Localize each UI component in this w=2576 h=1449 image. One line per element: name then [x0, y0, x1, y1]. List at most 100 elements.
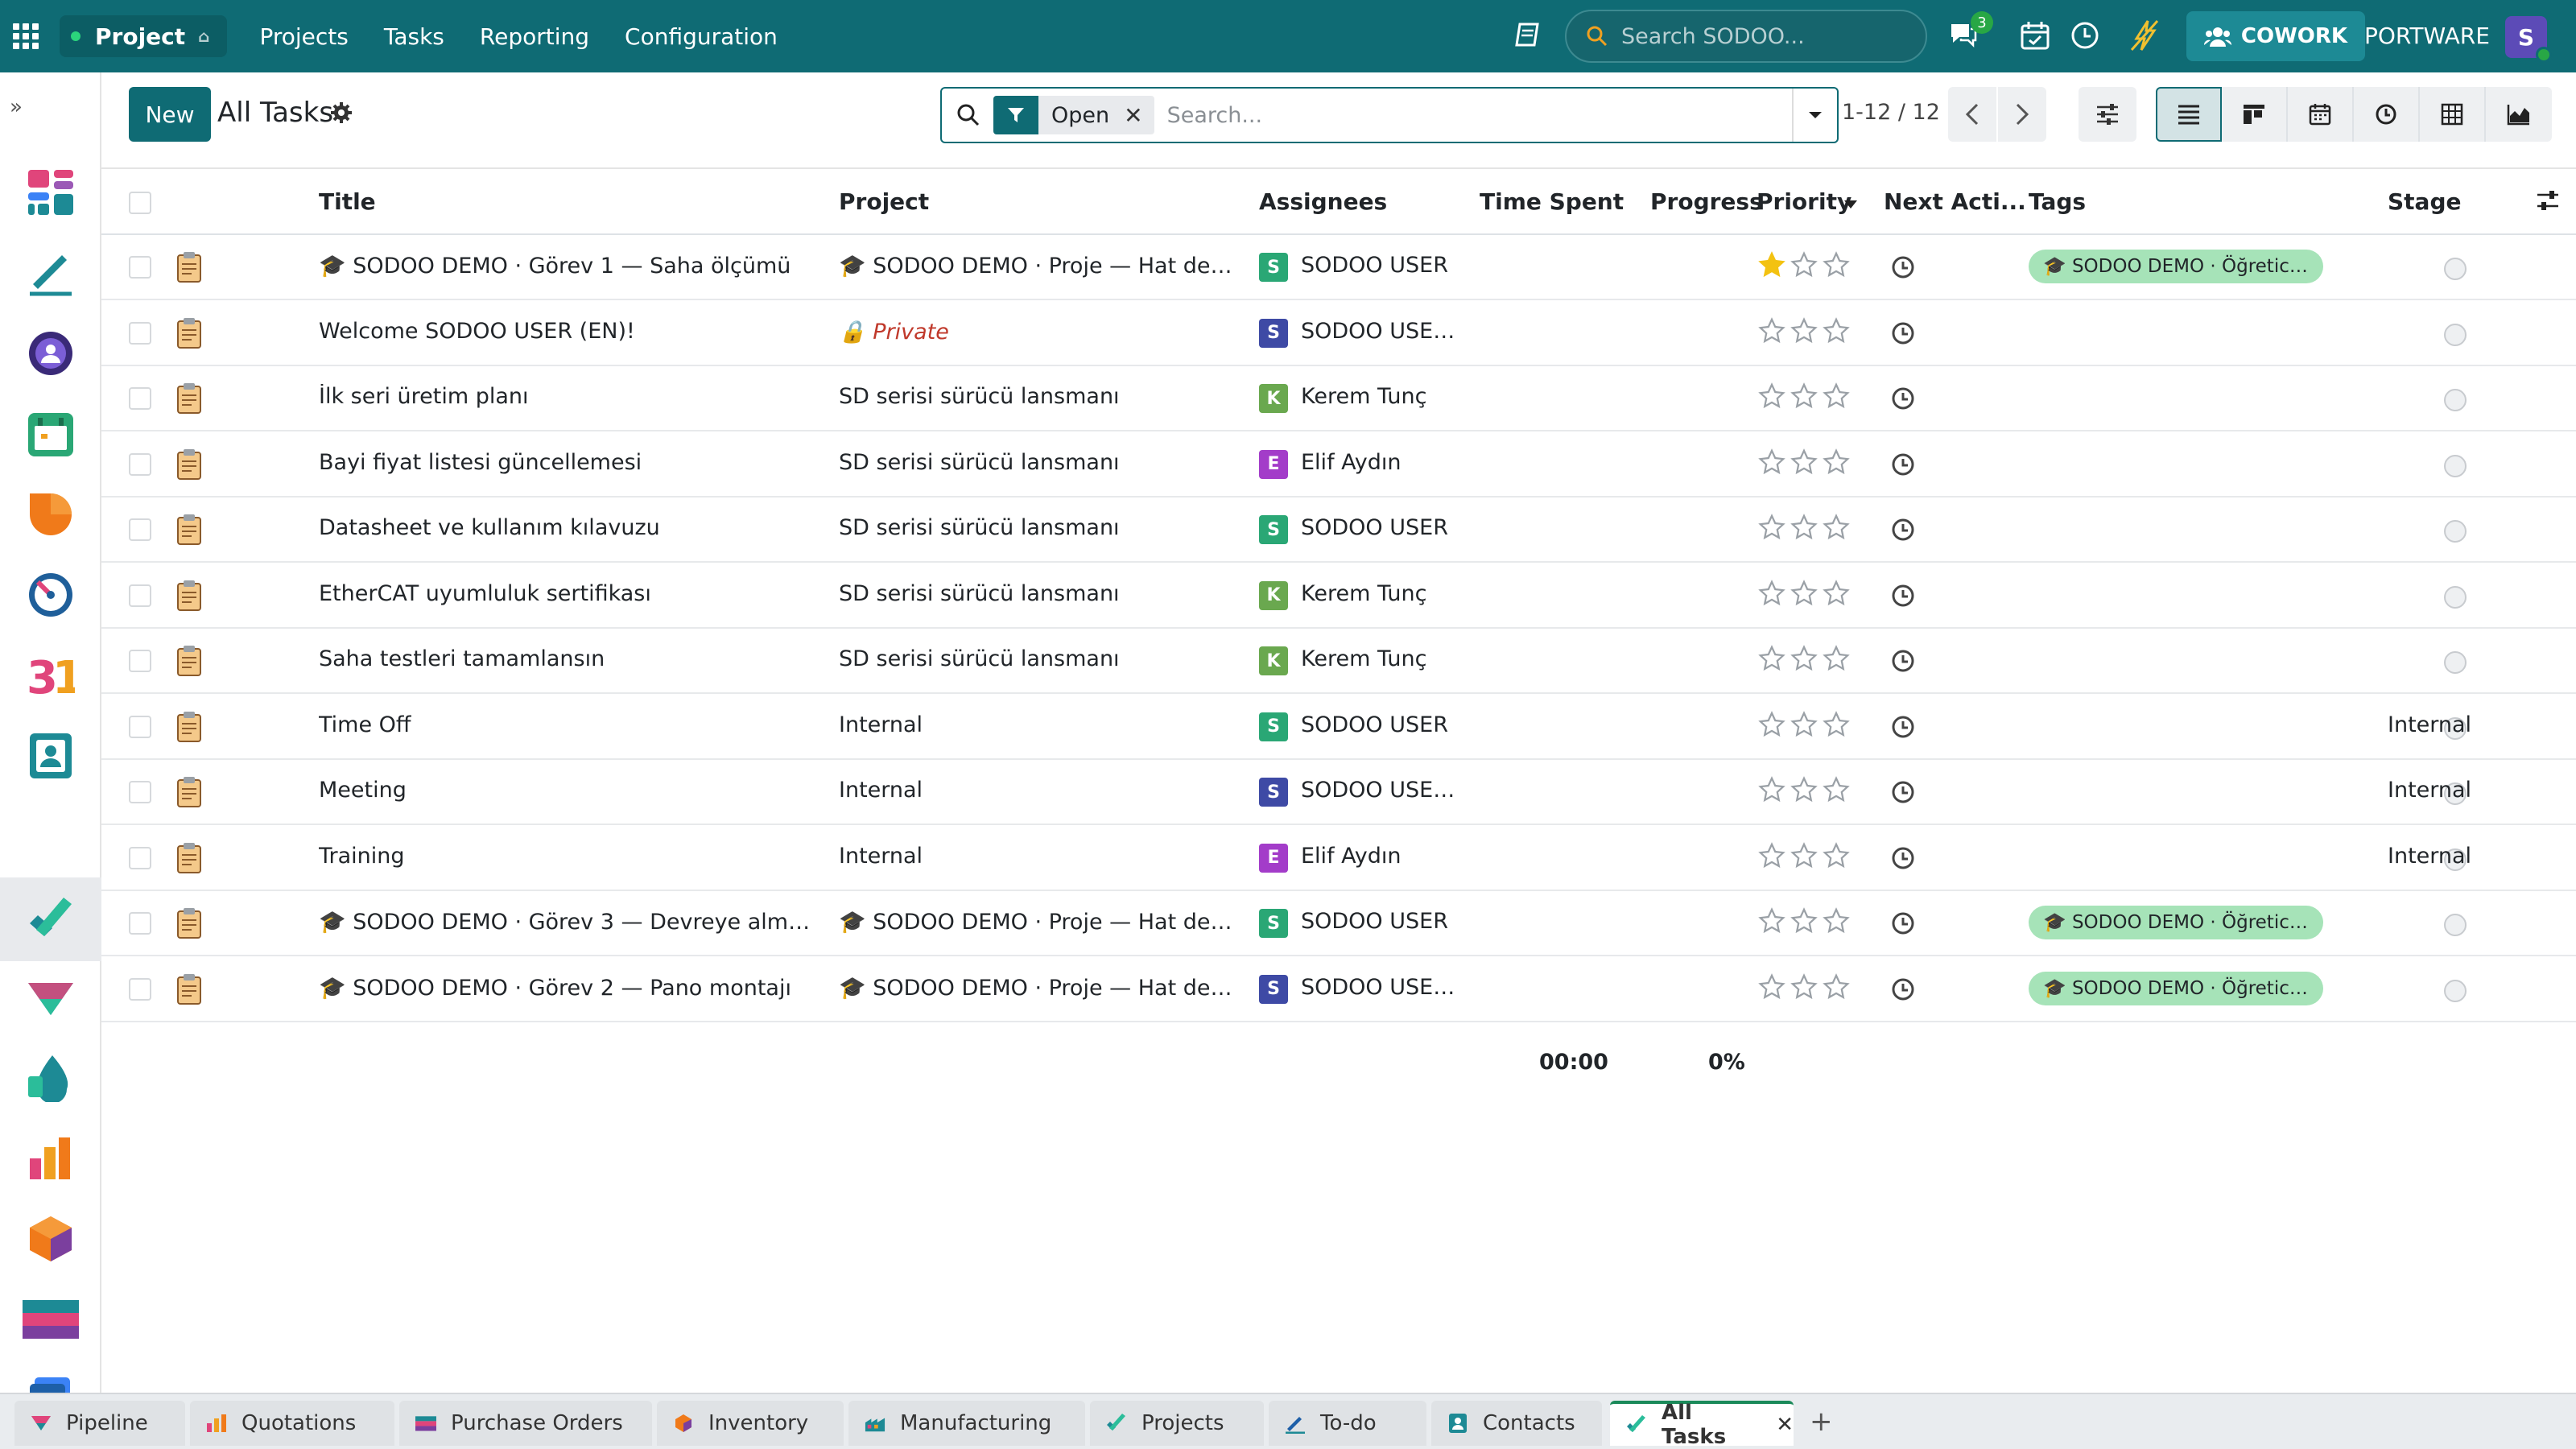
sidebar-app-discuss-icon[interactable]: [19, 322, 82, 385]
current-app-button[interactable]: Project ⌂: [60, 15, 228, 57]
task-title[interactable]: 🎓 SODOO DEMO · Görev 1 — Saha ölçümü: [319, 253, 791, 279]
select-all-checkbox[interactable]: [129, 192, 151, 214]
row-checkbox[interactable]: [129, 256, 151, 279]
star-icon[interactable]: [1758, 710, 1785, 744]
sidebar-app-dashboard-icon[interactable]: [19, 161, 82, 224]
activity-clock-icon[interactable]: [1890, 583, 1916, 609]
kanban-state-icon[interactable]: [2444, 389, 2467, 411]
column-header-assignees[interactable]: Assignees: [1259, 188, 1387, 215]
activity-clock-icon[interactable]: [1890, 714, 1916, 740]
task-assignee[interactable]: Kerem Tunç: [1301, 581, 1426, 606]
task-title[interactable]: Meeting: [319, 778, 407, 803]
task-title[interactable]: Training: [319, 844, 405, 869]
task-assignee[interactable]: SODOO USER...: [1301, 319, 1462, 344]
task-assignee[interactable]: SODOO USER: [1301, 712, 1448, 737]
activity-clock-icon[interactable]: [1890, 648, 1916, 674]
gear-icon[interactable]: [330, 101, 353, 124]
company-switcher[interactable]: PORTWARE: [2364, 23, 2490, 49]
pager-next-button[interactable]: [1998, 87, 2046, 142]
sidebar-app-purchase-icon[interactable]: [19, 1288, 82, 1351]
sidebar-app-helpdesk-icon[interactable]: [19, 483, 82, 546]
star-icon[interactable]: [1823, 316, 1850, 350]
table-row[interactable]: 🎓 SODOO DEMO · Görev 2 — Pano montajı 🎓 S…: [101, 957, 2576, 1022]
task-project[interactable]: SD serisi sürücü lansmanı: [839, 515, 1120, 540]
pivot-view-button[interactable]: [2420, 87, 2486, 142]
task-title[interactable]: Bayi fiyat listesi güncellemesi: [319, 450, 642, 475]
activity-clock-icon[interactable]: [1890, 254, 1916, 280]
priority-stars[interactable]: [1758, 710, 1850, 744]
column-header-stage[interactable]: Stage: [2388, 188, 2461, 215]
column-header-title[interactable]: Title: [319, 188, 376, 215]
kanban-state-icon[interactable]: [2444, 323, 2467, 346]
column-header-next-activity[interactable]: Next Acti...: [1884, 188, 2026, 215]
task-title[interactable]: 🎓 SODOO DEMO · Görev 3 — Devreye alma ve…: [319, 909, 823, 935]
kanban-state-icon[interactable]: [2444, 651, 2467, 674]
cowork-button[interactable]: COWORK: [2186, 11, 2365, 61]
priority-stars[interactable]: [1758, 907, 1850, 940]
star-icon[interactable]: [1823, 645, 1850, 678]
table-row[interactable]: Saha testleri tamamlansın SD serisi sürüc…: [101, 629, 2576, 694]
activity-clock-icon[interactable]: [1890, 452, 1916, 477]
graph-view-button[interactable]: [2486, 87, 2552, 142]
row-checkbox[interactable]: [129, 650, 151, 672]
bottom-tab-contacts[interactable]: Contacts: [1431, 1401, 1602, 1446]
kanban-view-button[interactable]: [2222, 87, 2288, 142]
task-title[interactable]: EtherCAT uyumluluk sertifikası: [319, 581, 651, 606]
star-icon[interactable]: [1790, 448, 1818, 481]
kanban-state-icon[interactable]: [2444, 914, 2467, 936]
star-icon[interactable]: [1758, 841, 1785, 875]
priority-stars[interactable]: [1758, 251, 1850, 284]
priority-stars[interactable]: [1758, 841, 1850, 875]
task-project[interactable]: 🎓 SODOO DEMO · Proje — Hat devr...: [839, 909, 1241, 935]
priority-stars[interactable]: [1758, 448, 1850, 481]
menu-tasks[interactable]: Tasks: [384, 23, 444, 50]
table-row[interactable]: Meeting Internal S SODOO USER... Internal: [101, 760, 2576, 825]
knowledge-book-icon[interactable]: [1513, 21, 1542, 50]
table-row[interactable]: Training Internal E Elif Aydın Internal: [101, 826, 2576, 891]
priority-stars[interactable]: [1758, 645, 1850, 678]
star-icon[interactable]: [1758, 776, 1785, 809]
star-icon[interactable]: [1758, 316, 1785, 350]
star-icon[interactable]: [1823, 972, 1850, 1006]
priority-stars[interactable]: [1758, 382, 1850, 415]
activity-clock-icon[interactable]: [2069, 19, 2101, 52]
pager-value[interactable]: 1-12 / 12: [1842, 100, 1940, 125]
row-checkbox[interactable]: [129, 321, 151, 345]
star-icon[interactable]: [1790, 251, 1818, 284]
table-row[interactable]: Bayi fiyat listesi güncellemesi SD serisi…: [101, 432, 2576, 497]
activity-clock-icon[interactable]: [1890, 386, 1916, 411]
table-row[interactable]: 🎓 SODOO DEMO · Görev 1 — Saha ölçümü 🎓 SO…: [101, 235, 2576, 300]
sidebar-expand-icon[interactable]: »: [10, 95, 23, 119]
priority-stars[interactable]: [1758, 579, 1850, 613]
row-checkbox[interactable]: [129, 387, 151, 410]
sidebar-app-crm-icon[interactable]: [19, 966, 82, 1029]
row-checkbox[interactable]: [129, 518, 151, 541]
table-row[interactable]: İlk seri üretim planı SD serisi sürücü la…: [101, 366, 2576, 431]
star-icon[interactable]: [1823, 579, 1850, 613]
global-search-input[interactable]: Search SODOO...: [1565, 10, 1927, 63]
sidebar-app-calendar-icon[interactable]: 31: [19, 644, 82, 707]
bottom-tab-todo[interactable]: To-do: [1269, 1401, 1426, 1446]
star-icon[interactable]: [1790, 972, 1818, 1006]
pager-previous-button[interactable]: [1948, 87, 1996, 142]
menu-configuration[interactable]: Configuration: [625, 23, 778, 50]
table-row[interactable]: 🎓 SODOO DEMO · Görev 3 — Devreye alma ve…: [101, 891, 2576, 956]
task-title[interactable]: İlk seri üretim planı: [319, 384, 529, 409]
bottom-tab-all-tasks[interactable]: All Tasks ✕: [1610, 1401, 1794, 1449]
search-input[interactable]: Search...: [1167, 103, 1792, 128]
row-checkbox[interactable]: [129, 977, 151, 1001]
table-row[interactable]: EtherCAT uyumluluk sertifikası SD serisi …: [101, 564, 2576, 629]
bottom-tab-projects[interactable]: Projects: [1090, 1401, 1264, 1446]
close-tab-icon[interactable]: ✕: [1776, 1413, 1794, 1437]
column-header-tags[interactable]: Tags: [2029, 188, 2086, 215]
bottom-tab-inventory[interactable]: Inventory: [657, 1401, 844, 1446]
star-icon[interactable]: [1758, 251, 1785, 284]
star-icon[interactable]: [1758, 972, 1785, 1006]
row-checkbox[interactable]: [129, 912, 151, 935]
task-title[interactable]: 🎓 SODOO DEMO · Görev 2 — Pano montajı: [319, 975, 791, 1001]
task-project[interactable]: Internal: [839, 712, 923, 737]
task-project[interactable]: Internal: [839, 778, 923, 803]
task-assignee[interactable]: SODOO USER: [1301, 515, 1448, 540]
row-checkbox[interactable]: [129, 781, 151, 803]
task-title[interactable]: Welcome SODOO USER (EN)!: [319, 319, 635, 344]
